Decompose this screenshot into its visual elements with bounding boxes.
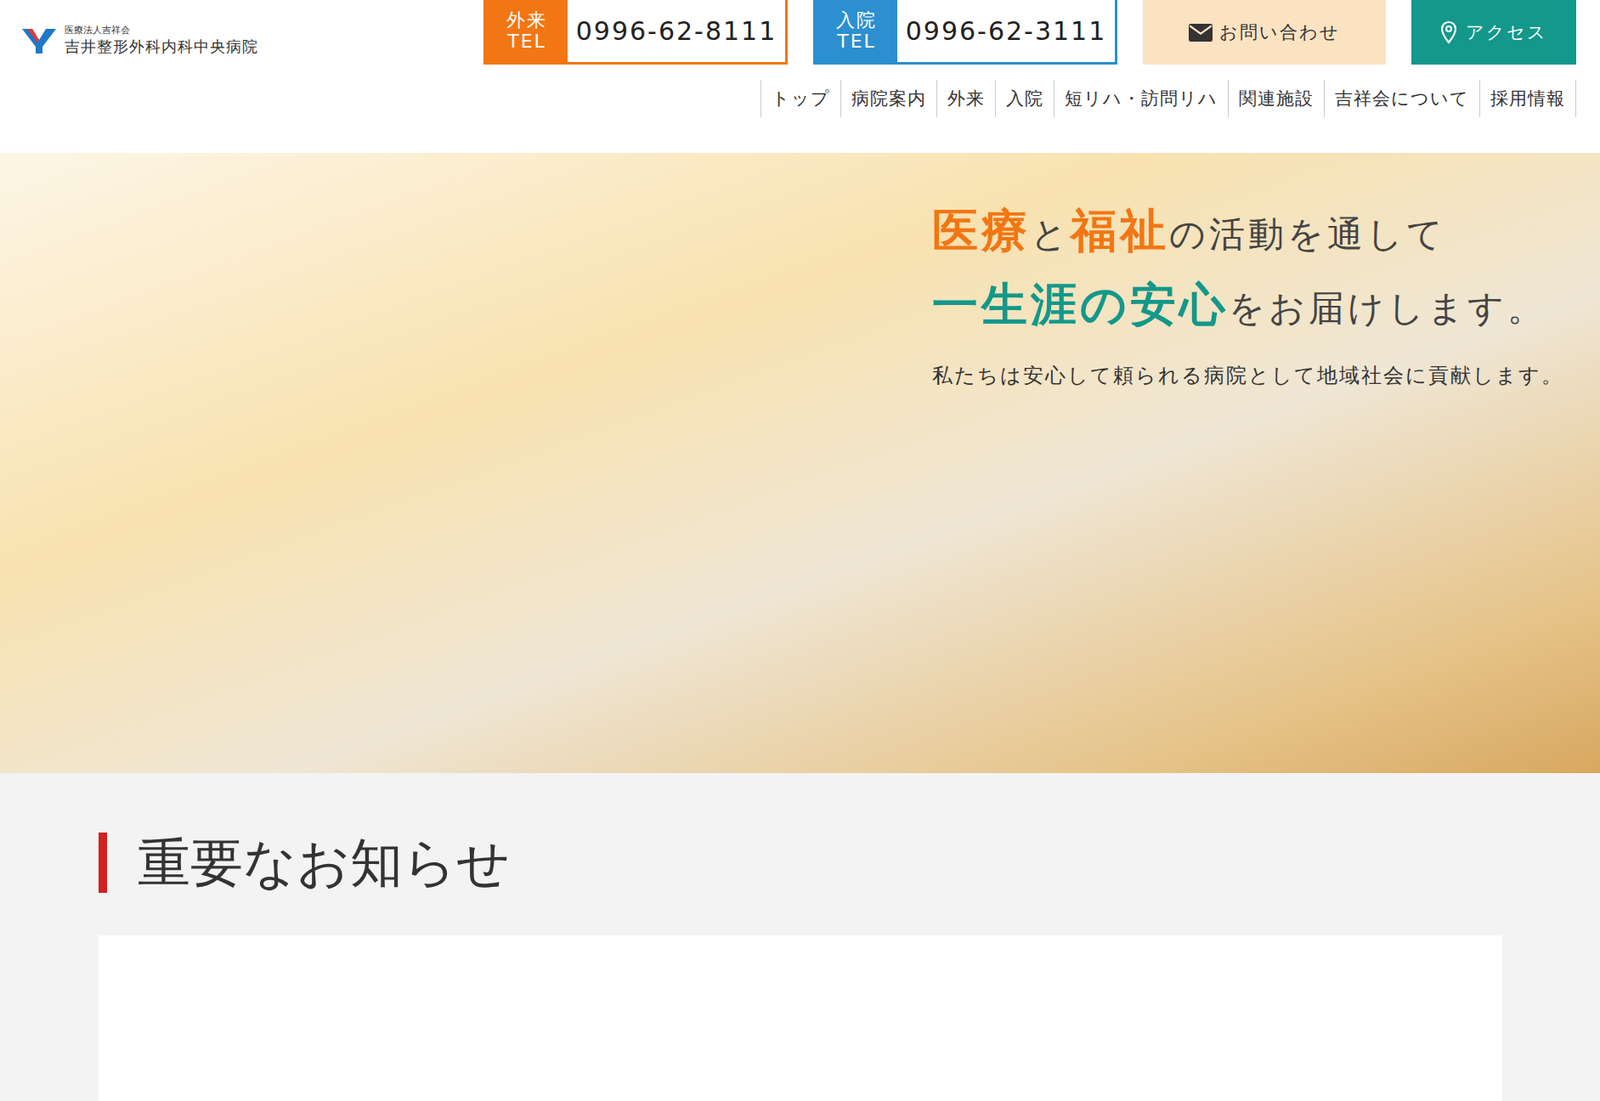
pin-icon (1440, 20, 1458, 45)
logo-name: 吉井整形外科内科中央病院 (64, 36, 259, 57)
header: 医療法人吉祥会吉井整形外科内科中央病院 外来TEL0996-62-8111 入院TE… (0, 0, 1600, 153)
nav-item[interactable]: 病院案内 (841, 79, 938, 118)
page: 医療法人吉祥会吉井整形外科内科中央病院 外来TEL0996-62-8111 入院TE… (0, 0, 1600, 1101)
nav-item[interactable]: トップ (761, 79, 842, 118)
tel-number: 0996-62-8111 (567, 0, 786, 63)
main-nav: トップ病院案内外来入院短リハ・訪問リハ関連施設吉祥会について採用情報 (760, 79, 1577, 118)
nav-item[interactable]: 外来 (937, 79, 996, 118)
logo-icon (20, 26, 58, 56)
logo-org: 医療法人吉祥会 (64, 23, 259, 37)
notice-title: 重要なお知らせ (98, 832, 1503, 894)
mail-icon (1188, 23, 1213, 42)
notice-section: 重要なお知らせ (0, 773, 1600, 1101)
nav-item[interactable]: 短リハ・訪問リハ (1054, 79, 1229, 118)
nav-item[interactable]: 吉祥会について (1324, 79, 1481, 118)
access-button[interactable]: アクセス (1411, 0, 1577, 65)
tel-button[interactable]: 入院TEL0996-62-3111 (813, 0, 1118, 65)
hero: 医療と福祉の活動を通して一生涯の安心をお届けします。私たちは安心して頼られる病院… (0, 152, 1600, 774)
hero-line: 医療と福祉の活動を通して (932, 200, 1578, 263)
hero-text: 医療と福祉の活動を通して一生涯の安心をお届けします。私たちは安心して頼られる病院… (932, 152, 1600, 774)
nav-item[interactable]: 関連施設 (1228, 79, 1325, 118)
notice-card (98, 935, 1503, 1101)
tel-button[interactable]: 外来TEL0996-62-8111 (483, 0, 788, 65)
tel-label: 入院TEL (815, 0, 898, 63)
hero-line: 一生涯の安心をお届けします。 (932, 274, 1578, 337)
tel-number: 0996-62-3111 (897, 0, 1115, 63)
tel-label: 外来TEL (486, 0, 568, 63)
contact-button[interactable]: お問い合わせ (1142, 0, 1386, 65)
nav-item[interactable]: 入院 (995, 79, 1055, 118)
hero-sub: 私たちは安心して頼られる病院として地域社会に貢献します。 (932, 361, 1578, 390)
logo[interactable]: 医療法人吉祥会吉井整形外科内科中央病院 (0, 0, 259, 57)
nav-item[interactable]: 採用情報 (1480, 79, 1577, 118)
